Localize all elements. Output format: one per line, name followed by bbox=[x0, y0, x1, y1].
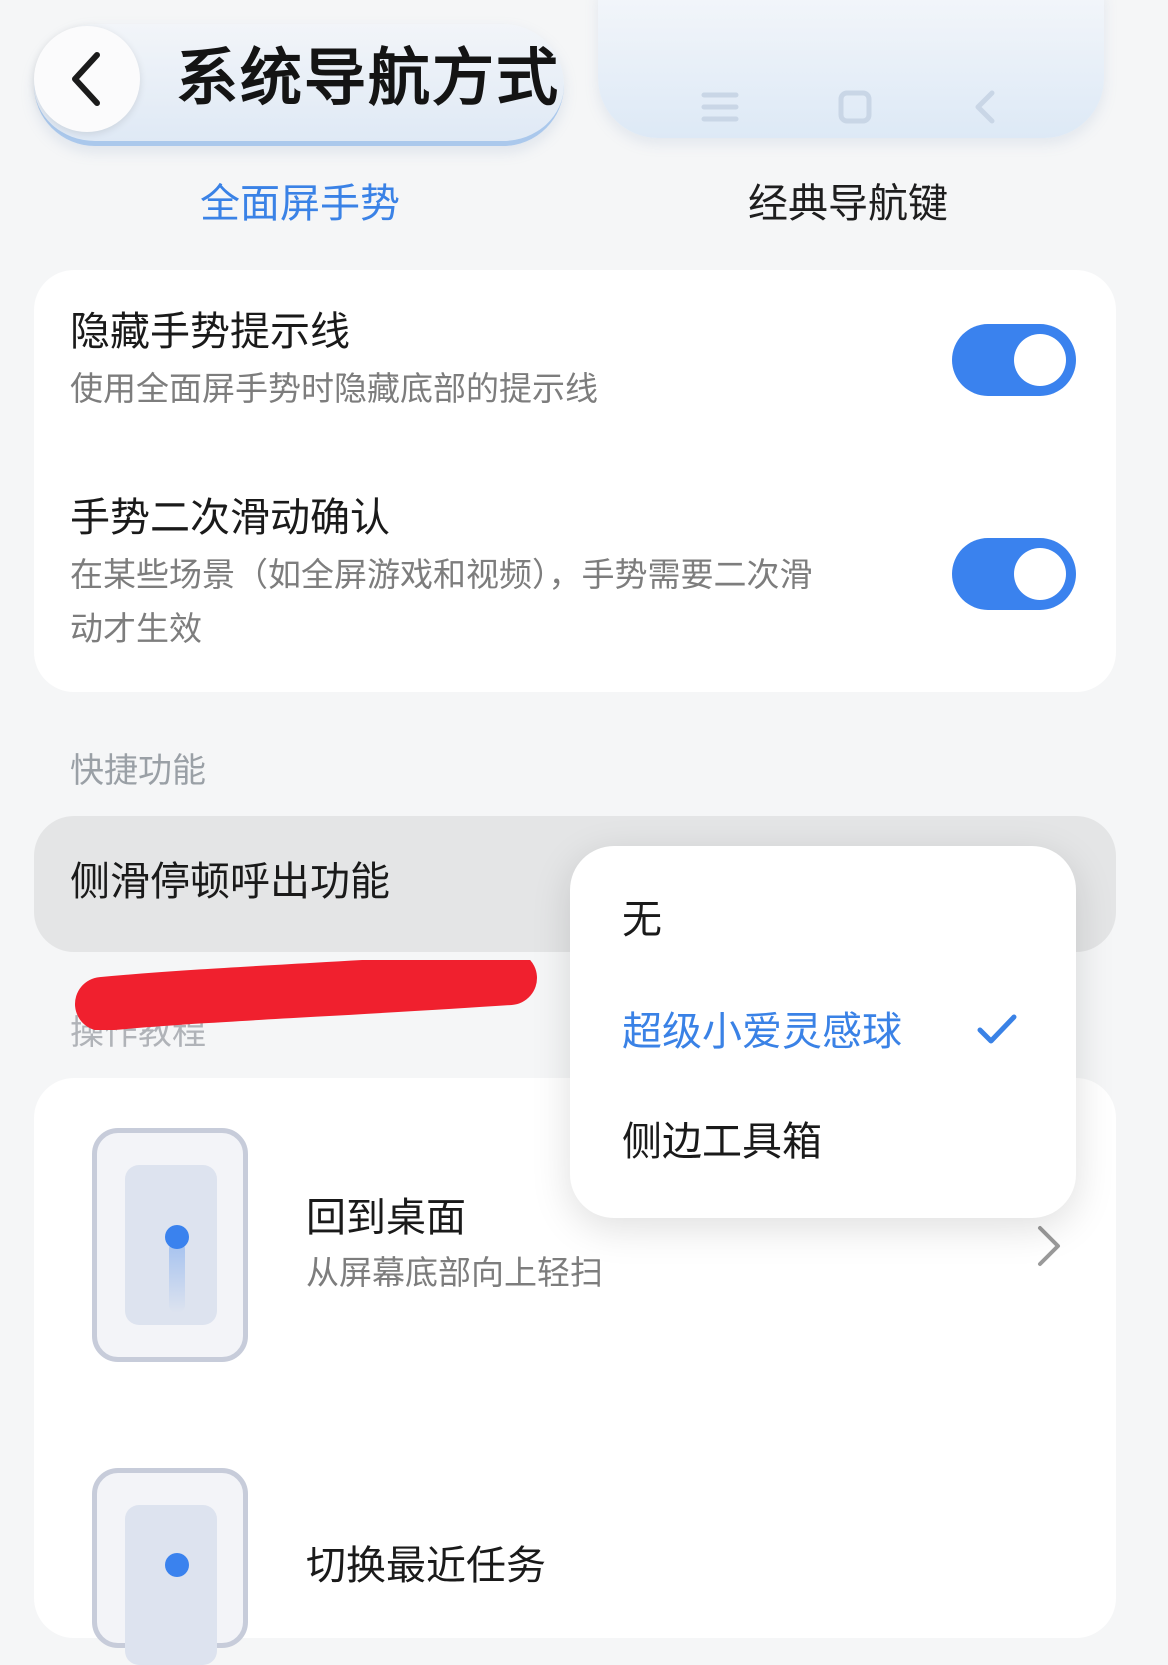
gesture-home-desc: 从屏幕底部向上轻扫 bbox=[306, 1253, 603, 1292]
nav-preview-icons bbox=[700, 84, 1000, 130]
hide-gesture-line-toggle[interactable] bbox=[952, 324, 1076, 396]
recent-tasks-illustration bbox=[92, 1468, 248, 1665]
chevron-right-icon[interactable] bbox=[1036, 1224, 1062, 1268]
tab-fullscreen-gestures[interactable]: 全面屏手势 bbox=[200, 176, 400, 232]
toggle-knob bbox=[1014, 548, 1066, 600]
back-button[interactable] bbox=[34, 26, 140, 132]
hide-gesture-line-desc: 使用全面屏手势时隐藏底部的提示线 bbox=[70, 369, 598, 408]
page-title: 系统导航方式 bbox=[176, 41, 561, 114]
shortcut-section-label: 快捷功能 bbox=[70, 751, 206, 791]
gesture-double-swipe-desc: 在某些场景（如全屏游戏和视频），手势需要二次滑 bbox=[70, 555, 813, 594]
menu-item-none[interactable]: 无 bbox=[622, 892, 662, 948]
redaction-mark bbox=[75, 960, 537, 1030]
gesture-double-swipe-title: 手势二次滑动确认 bbox=[70, 495, 390, 541]
gesture-double-swipe-toggle[interactable] bbox=[952, 538, 1076, 610]
menu-item-xiaoai-ball[interactable]: 超级小爱灵感球 bbox=[622, 1004, 902, 1060]
gesture-recent-title: 切换最近任务 bbox=[306, 1543, 546, 1589]
menu-item-side-toolbox[interactable]: 侧边工具箱 bbox=[622, 1114, 822, 1170]
gesture-home-title: 回到桌面 bbox=[306, 1195, 466, 1241]
gesture-double-swipe-desc-cont: 动才生效 bbox=[70, 609, 202, 648]
toggle-knob bbox=[1014, 334, 1066, 386]
back-triangle-icon bbox=[975, 90, 995, 124]
check-icon bbox=[977, 1014, 1017, 1044]
home-gesture-illustration bbox=[92, 1128, 248, 1362]
hide-gesture-line-title: 隐藏手势提示线 bbox=[70, 309, 350, 355]
chevron-left-icon bbox=[72, 52, 100, 106]
home-square-icon bbox=[838, 90, 872, 124]
side-swipe-function-label: 侧滑停顿呼出功能 bbox=[70, 859, 390, 905]
menu-icon bbox=[701, 92, 739, 122]
tab-classic-nav-keys[interactable]: 经典导航键 bbox=[748, 176, 948, 232]
